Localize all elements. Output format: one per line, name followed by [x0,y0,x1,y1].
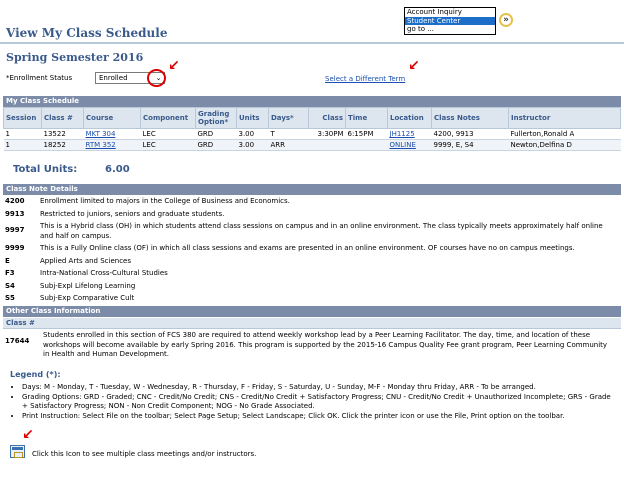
col-class-notes: Class Notes [431,107,509,129]
note-code: 9997 [5,226,25,234]
list-item: Days: M - Monday, T - Tuesday, W - Wedne… [22,383,616,393]
cell-class-number: 18252 [41,139,84,151]
annotation-arrow-icon: ↙ [168,58,180,74]
col-grading-option: Grading Option* [195,107,237,129]
total-units-label: Total Units: [13,164,78,175]
cell-start-time [308,139,346,151]
list-item: 9999 This is a Fully Online class (OF) i… [3,244,621,254]
cell-grading: GRD [195,139,237,151]
enrollment-status-label: *Enrollment Status [6,74,73,82]
col-location: Location [387,107,432,129]
course-link[interactable]: RTM 352 [86,141,116,149]
list-item: S4 Subj-Expl Lifelong Learning [3,282,621,292]
annotation-arrow-icon: ↙ [408,58,420,74]
cell-units: 3.00 [236,128,269,140]
list-item: Print Instruction: Select File on the to… [22,412,616,422]
list-item: F3 Intra-National Cross-Cultural Studies [3,269,621,279]
list-item: Grading Options: GRD - Graded; CNC - Cre… [22,393,616,412]
cell-end-time [345,139,388,151]
note-text: This is a Fully Online class (OF) in whi… [40,244,575,252]
cell-days: T [268,128,309,140]
cell-session: 1 [3,139,42,151]
col-component: Component [140,107,196,129]
table-row: 1 18252 RTM 352 LEC GRD 3.00 ARR ONLINE … [3,139,621,151]
course-link[interactable]: MKT 304 [86,130,116,138]
other-info-column-header: Class # [3,318,621,329]
location-link[interactable]: ONLINE [390,141,416,149]
class-schedule-table: Session Class # Course Component Grading… [3,107,621,151]
note-code: F3 [5,269,15,277]
annotation-arrow-icon: ↙ [22,427,34,443]
cell-start-time: 3:30PM [308,128,346,140]
semester-title: Spring Semester 2016 [6,51,144,64]
cell-class-number: 13522 [41,128,84,140]
note-text: Subj-Expl Lifelong Learning [40,281,136,290]
note-code: E [5,256,10,265]
my-class-schedule-header: My Class Schedule [3,96,621,107]
cell-component: LEC [140,139,196,151]
page-title: View My Class Schedule [6,26,168,40]
col-class: Class [308,107,346,129]
other-info-row: 17644 Students enrolled in this section … [3,331,621,360]
legend-title: Legend (*): [10,370,61,379]
cell-instructor: Fullerton,Ronald A [508,128,621,140]
note-text: Enrollment limited to majors in the Coll… [40,197,290,205]
list-item: 9997 This is a Hybrid class (OH) in whic… [3,222,621,241]
table-row: 1 13522 MKT 304 LEC GRD 3.00 T 3:30PM 6:… [3,128,621,140]
legend-list: Days: M - Monday, T - Tuesday, W - Wedne… [22,383,616,421]
select-different-term-link[interactable]: Select a Different Term [325,75,405,83]
note-code: 9913 [5,209,25,218]
cell-grading: GRD [195,128,237,140]
class-note-details-header: Class Note Details [3,184,621,195]
col-session: Session [3,107,42,129]
note-code: S4 [5,281,15,290]
cell-component: LEC [140,128,196,140]
nav-item-student-center[interactable]: Student Center [405,16,495,25]
note-code: 4200 [5,197,25,205]
enrollment-status-value: Enrolled [99,74,128,82]
cell-instructor: Newton,Delfina D [508,139,621,151]
go-arrow-icon[interactable] [499,13,513,27]
cell-session: 1 [3,128,42,140]
nav-item-account-inquiry[interactable]: Account Inquiry [405,8,495,17]
cell-class-notes: 4200, 9913 [431,128,509,140]
annotation-circle [147,69,166,87]
cell-end-time: 6:15PM [345,128,388,140]
col-course: Course [83,107,141,129]
cell-class-notes: 9999, E, S4 [431,139,509,151]
title-divider [0,42,624,44]
other-info-text: Students enrolled in this section of FCS… [43,331,608,358]
list-item: E Applied Arts and Sciences [3,257,621,267]
location-link[interactable]: JH1125 [390,130,415,138]
cell-units: 3.00 [236,139,269,151]
col-time: Time [345,107,388,129]
note-text: Intra-National Cross-Cultural Studies [40,269,168,277]
meetings-instruction-text: Click this Icon to see multiple class me… [32,450,257,458]
navigation-listbox[interactable]: Account Inquiry Student Center go to ... [404,7,496,35]
list-item: 9913 Restricted to juniors, seniors and … [3,210,621,220]
other-info-class-number: 17644 [5,337,30,345]
col-days: Days* [268,107,309,129]
other-class-info-header: Other Class Information [3,306,621,317]
note-code: 9999 [5,244,25,252]
note-text: Applied Arts and Sciences [40,256,131,265]
class-meetings-icon[interactable] [10,445,25,458]
total-units-value: 6.00 [105,164,130,175]
note-text: Subj-Exp Comparative Cult [40,294,135,302]
class-notes-list: 4200 Enrollment limited to majors in the… [3,197,621,304]
col-class-number: Class # [41,107,84,129]
list-item: 4200 Enrollment limited to majors in the… [3,197,621,207]
cell-days: ARR [268,139,309,151]
note-text: Restricted to juniors, seniors and gradu… [40,209,225,218]
note-code: S5 [5,294,15,302]
col-instructor: Instructor [508,107,621,129]
list-item: S5 Subj-Exp Comparative Cult [3,294,621,304]
col-units: Units [236,107,269,129]
nav-item-go-to[interactable]: go to ... [405,25,495,34]
note-text: This is a Hybrid class (OH) in which stu… [40,222,603,240]
